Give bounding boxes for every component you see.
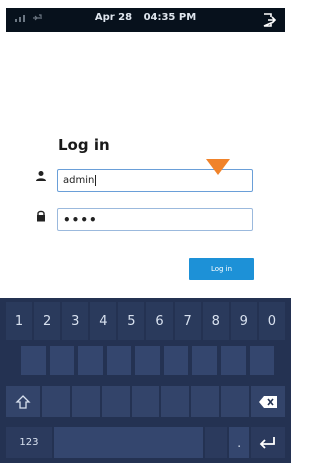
key-8[interactable]: 8 [202,302,229,340]
mode-key[interactable]: 123 [6,427,52,458]
key-7[interactable]: 7 [174,302,201,340]
lock-icon [37,210,45,222]
key-blank[interactable] [106,346,132,375]
key-blank[interactable] [192,346,217,375]
key-blank[interactable] [42,386,70,417]
status-time: 04:35 PM [143,12,197,23]
keyboard-row-2 [20,346,275,375]
keyboard-bottom-row: 123 . [6,427,285,458]
status-date: Apr 28 [94,12,133,23]
triangle-marker-icon [206,159,230,175]
password-field[interactable]: •••• [57,208,253,231]
key-5[interactable]: 5 [118,302,145,340]
user-icon [36,171,46,181]
key-2[interactable]: 2 [34,302,61,340]
page-title: Log in [58,136,110,154]
key-blank[interactable] [205,427,228,458]
shift-icon [15,394,31,409]
keyboard-row-3 [6,386,286,417]
enter-icon [259,436,275,449]
app-frame: Apr 28 04:35 PM Log in admin •••• Log in… [0,0,291,463]
backspace-icon [259,395,278,408]
key-blank[interactable] [163,346,189,375]
username-value: admin [63,175,95,186]
on-screen-keyboard: 1 2 3 4 5 6 7 8 9 0 123 . [0,298,291,463]
key-9[interactable]: 9 [230,302,257,340]
logout-icon[interactable] [261,12,277,28]
key-blank[interactable] [78,346,103,375]
backspace-key[interactable] [251,386,286,417]
keyboard-number-row: 1 2 3 4 5 6 7 8 9 0 [6,302,285,340]
dot-key[interactable]: . [229,427,250,458]
shift-key[interactable] [6,386,40,417]
key-blank[interactable] [21,346,46,375]
key-blank[interactable] [49,346,75,375]
key-blank[interactable] [101,386,130,417]
key-blank[interactable] [249,346,275,375]
key-1[interactable]: 1 [6,302,33,340]
password-value: •••• [63,212,98,227]
text-cursor [95,175,97,186]
key-0[interactable]: 0 [258,302,285,340]
login-button[interactable]: Log in [189,258,254,280]
key-blank[interactable] [131,386,160,417]
space-key[interactable] [53,427,204,458]
key-6[interactable]: 6 [146,302,173,340]
login-screen: Log in admin •••• Log in [6,32,285,296]
key-blank[interactable] [220,346,246,375]
key-blank[interactable] [191,386,220,417]
key-blank[interactable] [221,386,250,417]
key-blank[interactable] [135,346,160,375]
status-bar: Apr 28 04:35 PM [6,8,285,32]
enter-key[interactable] [251,427,285,458]
key-3[interactable]: 3 [62,302,89,340]
status-datetime: Apr 28 04:35 PM [6,12,285,23]
top-border [0,0,291,8]
key-blank[interactable] [71,386,100,417]
key-blank[interactable] [161,386,190,417]
key-4[interactable]: 4 [90,302,117,340]
